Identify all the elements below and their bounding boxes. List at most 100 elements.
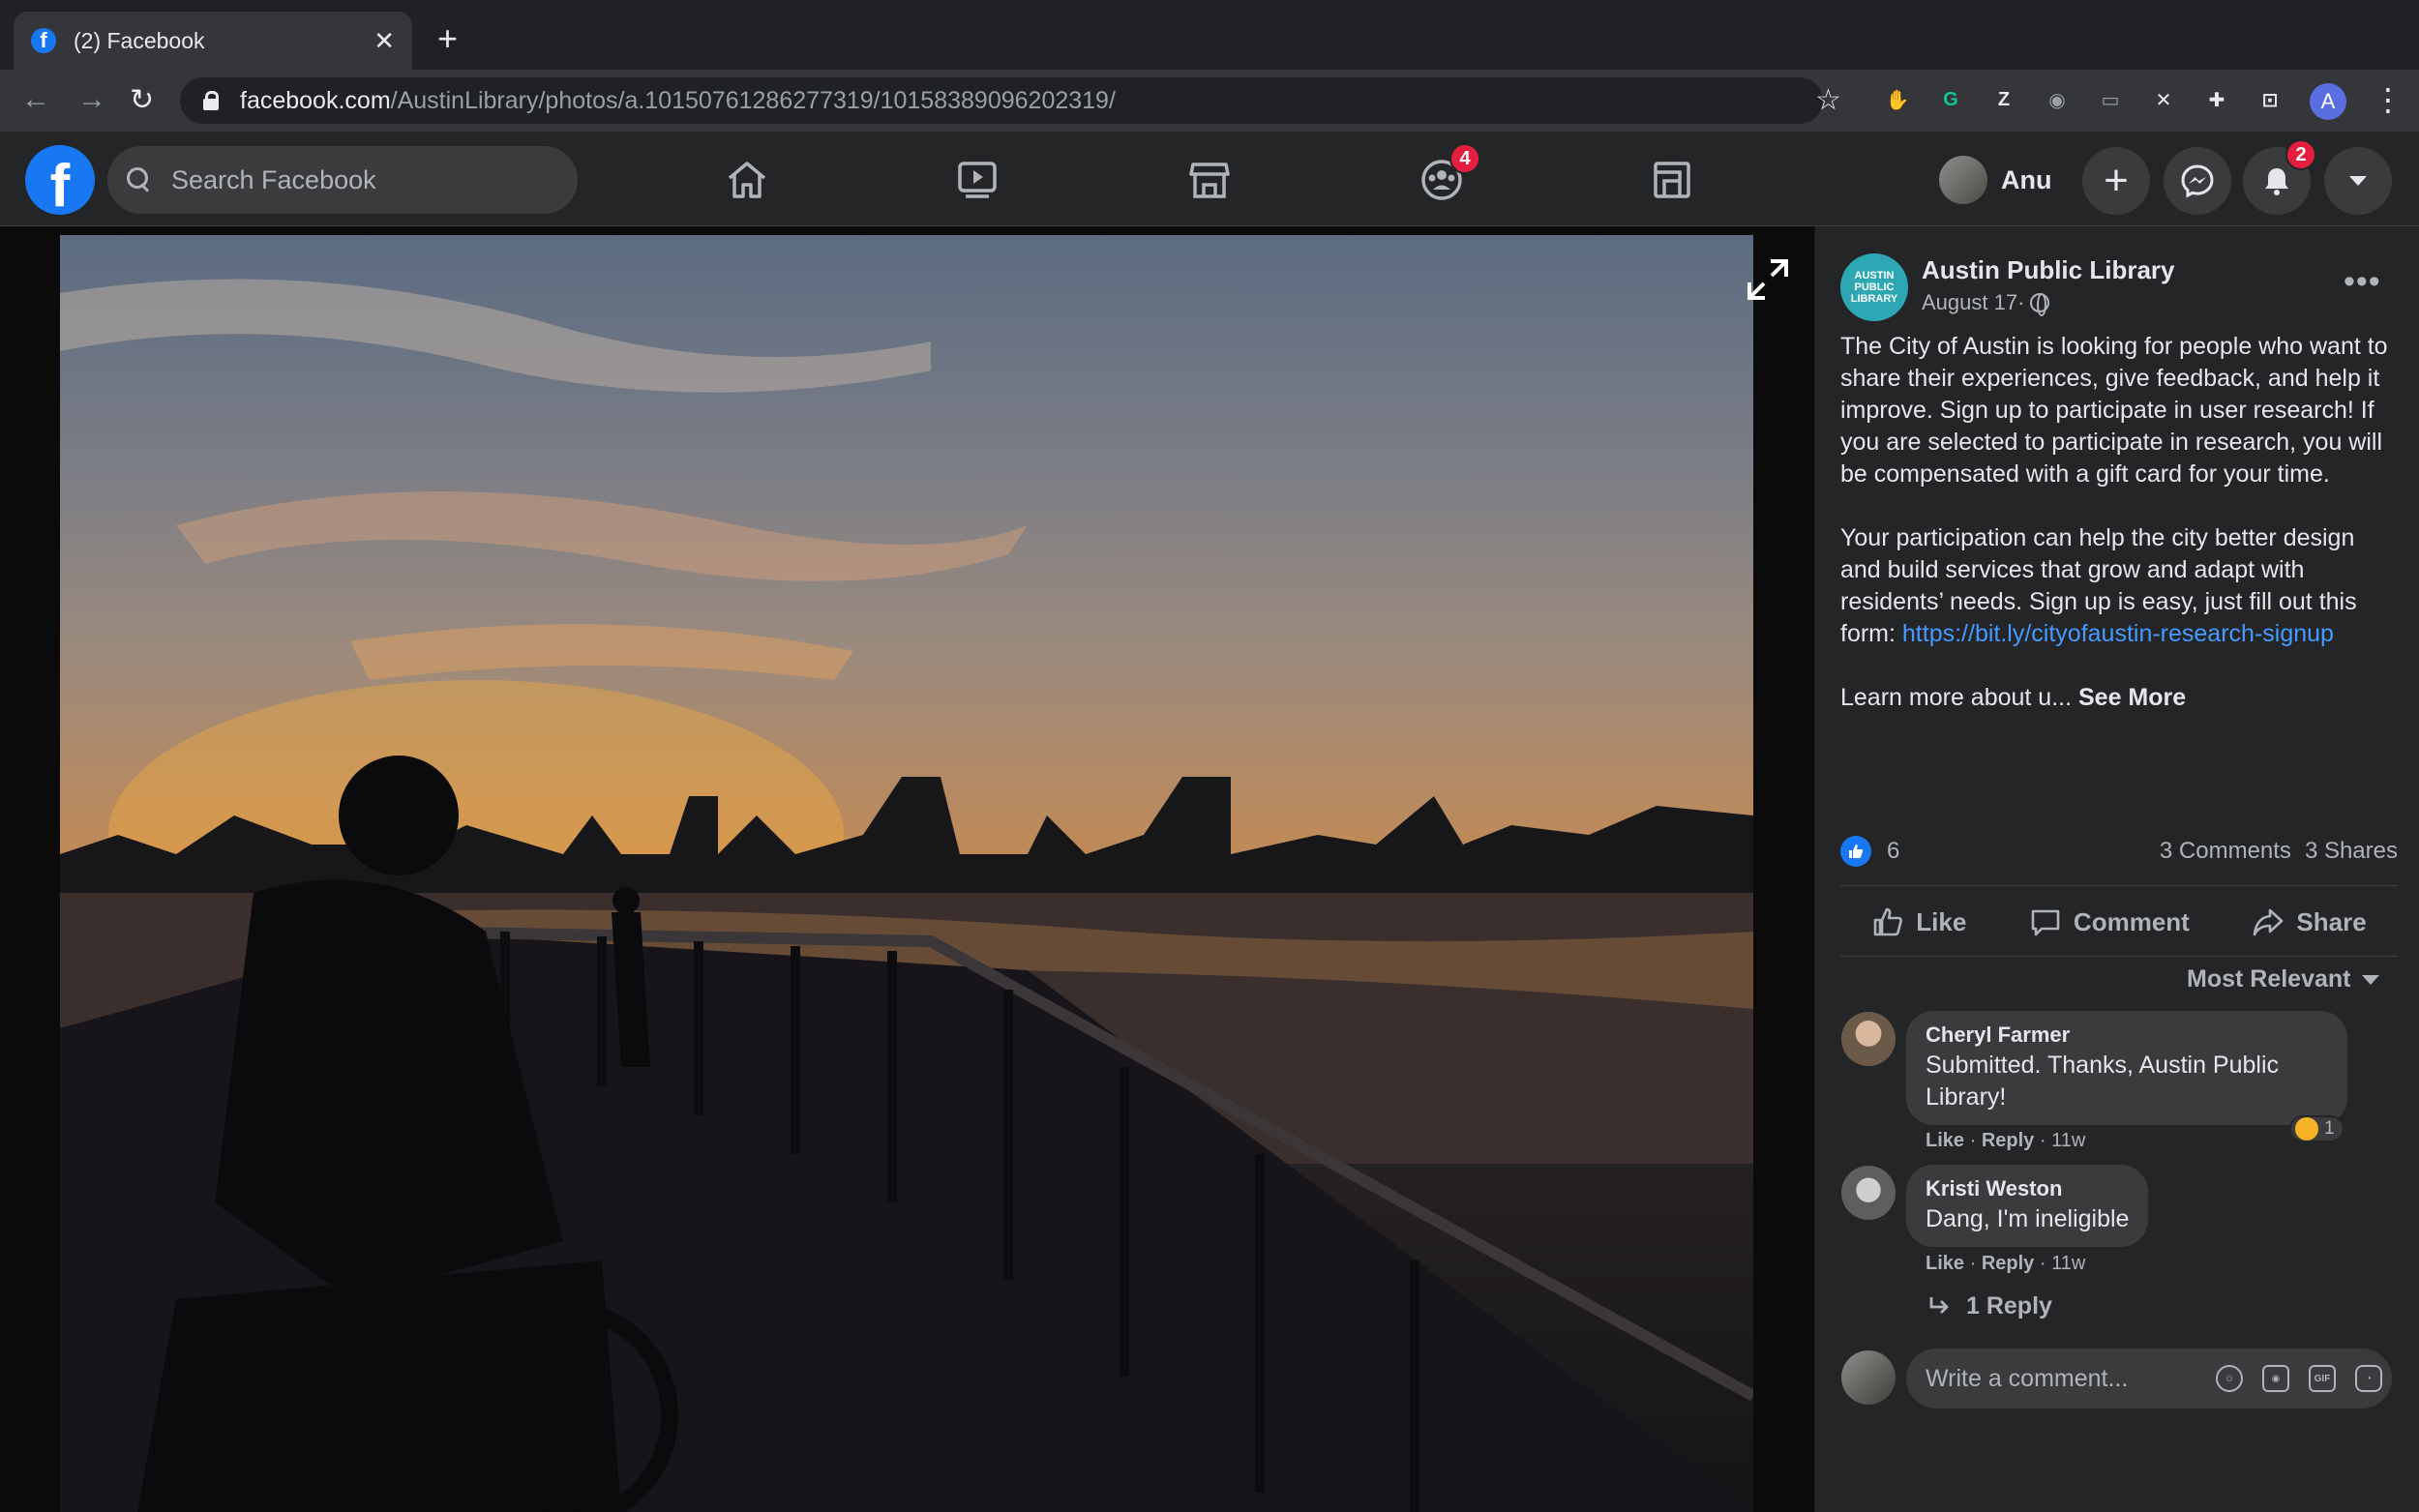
lock-icon[interactable] xyxy=(203,91,219,110)
comment-icon xyxy=(2031,909,2060,936)
comment-text: Dang, I'm ineligible xyxy=(1926,1205,2130,1232)
camera-icon[interactable]: ◉ xyxy=(2043,85,2072,114)
post-paragraph-2: Your participation can help the city bet… xyxy=(1840,522,2398,650)
reaction-count: 1 xyxy=(2324,1118,2335,1139)
facebook-logo[interactable]: f xyxy=(25,145,95,215)
address-bar[interactable]: facebook.com/AustinLibrary/photos/a.1015… xyxy=(180,77,1823,124)
watch-video-icon xyxy=(958,162,997,198)
post-paragraph-3: Learn more about u... See More xyxy=(1840,682,2398,714)
comment-meta: Like · Reply · 11w xyxy=(1926,1130,2086,1151)
tab-title: (2) Facebook xyxy=(74,27,205,53)
search-input[interactable] xyxy=(171,164,539,195)
reload-icon[interactable]: ↻ xyxy=(130,83,154,117)
camera-icon[interactable]: ◉ xyxy=(2262,1365,2289,1392)
care-reaction-icon xyxy=(2295,1117,2318,1141)
comment-button[interactable]: Comment xyxy=(2029,905,2190,938)
comment-author[interactable]: Kristi Weston xyxy=(1926,1174,2129,1203)
bell-icon xyxy=(2265,168,2288,195)
caret-down-icon xyxy=(2362,974,2380,985)
search-bar[interactable] xyxy=(107,146,578,214)
comment-author[interactable]: Cheryl Farmer xyxy=(1926,1021,2328,1050)
user-name: Anu xyxy=(2001,164,2052,194)
user-avatar[interactable] xyxy=(1841,1350,1896,1405)
url-domain: facebook.com xyxy=(240,86,391,114)
create-button[interactable]: + xyxy=(2082,147,2150,215)
comment-input[interactable] xyxy=(1926,1364,2196,1393)
reply-arrow-icon xyxy=(1929,1296,1949,1314)
browser-tab-strip: f (2) Facebook ✕ + xyxy=(0,0,2419,70)
messenger-button[interactable] xyxy=(2164,147,2231,215)
tab-close-icon[interactable]: ✕ xyxy=(373,26,395,56)
marketplace-nav-button[interactable] xyxy=(1180,151,1239,209)
account-menu-button[interactable] xyxy=(2324,147,2392,215)
gaming-nav-button[interactable] xyxy=(1643,151,1701,209)
cast-icon[interactable]: ⊡ xyxy=(2255,85,2285,114)
home-nav-button[interactable] xyxy=(718,151,776,209)
comment-composer[interactable]: ☺ ◉ GIF ◔ xyxy=(1906,1349,2392,1408)
gaming-icon xyxy=(1654,162,1690,198)
emoji-icon[interactable]: ☺ xyxy=(2216,1365,2243,1392)
comment-age[interactable]: 11w xyxy=(2051,1253,2085,1274)
browser-menu-icon[interactable]: ⋮ xyxy=(2373,81,2404,118)
comment-reply-link[interactable]: Reply xyxy=(1982,1253,2034,1274)
reaction-summary: 6 3 Comments 3 Shares xyxy=(1840,834,2398,869)
like-count[interactable]: 6 xyxy=(1887,838,1899,865)
bookmark-star-icon[interactable]: ☆ xyxy=(1815,83,1841,117)
share-button[interactable]: Share xyxy=(2252,905,2367,938)
like-button[interactable]: Like xyxy=(1871,905,1966,938)
search-icon xyxy=(127,167,152,193)
post-photo[interactable] xyxy=(60,235,1753,1512)
x-tool-icon[interactable]: ✕ xyxy=(2149,85,2178,114)
commenter-avatar[interactable] xyxy=(1841,1012,1896,1066)
post-actions: Like Comment Share xyxy=(1840,895,2398,949)
stop-extension-icon[interactable]: ✋ xyxy=(1883,85,1912,114)
groups-nav-button[interactable]: 4 xyxy=(1413,143,1480,209)
gif-icon[interactable]: GIF xyxy=(2309,1365,2336,1392)
groups-badge: 4 xyxy=(1449,143,1480,174)
share-label: Share xyxy=(2296,906,2367,936)
shares-count[interactable]: 3 Shares xyxy=(2305,838,2398,865)
divider xyxy=(1840,885,2398,886)
grammarly-icon[interactable]: G xyxy=(1936,85,1965,114)
new-tab-button[interactable]: + xyxy=(437,21,458,56)
watch-nav-button[interactable] xyxy=(948,151,1006,209)
view-replies-link[interactable]: 1 Reply xyxy=(1926,1292,2052,1320)
puzzle-icon[interactable]: ✚ xyxy=(2202,85,2231,114)
replies-count: 1 Reply xyxy=(1966,1292,2052,1319)
comment-reply-link[interactable]: Reply xyxy=(1982,1130,2034,1151)
screen-icon[interactable]: ▭ xyxy=(2096,85,2125,114)
post-date[interactable]: August 17 xyxy=(1922,290,2017,315)
forward-arrow-icon[interactable]: → xyxy=(77,83,106,116)
messenger-icon xyxy=(2181,164,2214,198)
back-arrow-icon[interactable]: ← xyxy=(21,83,50,116)
comment-sort-dropdown[interactable]: Most Relevant xyxy=(2187,965,2380,993)
signup-link[interactable]: https://bit.ly/cityofaustin-research-sig… xyxy=(1902,620,2334,647)
post-options-icon[interactable]: ••• xyxy=(2344,263,2381,301)
like-reaction-icon[interactable] xyxy=(1840,836,1871,867)
see-more-link[interactable]: See More xyxy=(2078,684,2186,711)
comment-age[interactable]: 11w xyxy=(2051,1130,2085,1151)
home-icon xyxy=(728,162,766,198)
comment-reaction-badge[interactable]: 1 xyxy=(2289,1115,2344,1142)
notifications-button[interactable]: 2 xyxy=(2243,139,2316,215)
notifications-badge: 2 xyxy=(2285,139,2316,170)
commenter-avatar[interactable] xyxy=(1841,1166,1896,1220)
divider xyxy=(1840,956,2398,957)
sticker-icon[interactable]: ◔ xyxy=(2355,1365,2382,1392)
profile-shortcut[interactable]: Anu xyxy=(1939,153,2051,207)
comment-meta: Like · Reply · 11w xyxy=(1926,1253,2086,1274)
comments-count[interactable]: 3 Comments xyxy=(2160,838,2291,865)
post-paragraph-1: The City of Austin is looking for people… xyxy=(1840,333,2388,488)
browser-profile-avatar[interactable]: A xyxy=(2310,83,2346,120)
page-avatar[interactable]: AUSTIN PUBLIC LIBRARY xyxy=(1840,253,1908,321)
expand-icon xyxy=(1747,259,1788,300)
browser-tab[interactable]: f (2) Facebook ✕ xyxy=(14,12,412,70)
comment-label: Comment xyxy=(2073,906,2190,936)
comment-bubble: Kristi Weston Dang, I'm ineligible xyxy=(1906,1165,2149,1247)
page-name-link[interactable]: Austin Public Library xyxy=(1922,255,2175,285)
comment-like-link[interactable]: Like xyxy=(1926,1130,1964,1151)
comment-like-link[interactable]: Like xyxy=(1926,1253,1964,1274)
fullscreen-button[interactable] xyxy=(1746,257,1790,307)
zotero-icon[interactable]: Z xyxy=(1989,85,2018,114)
like-label: Like xyxy=(1916,906,1967,936)
